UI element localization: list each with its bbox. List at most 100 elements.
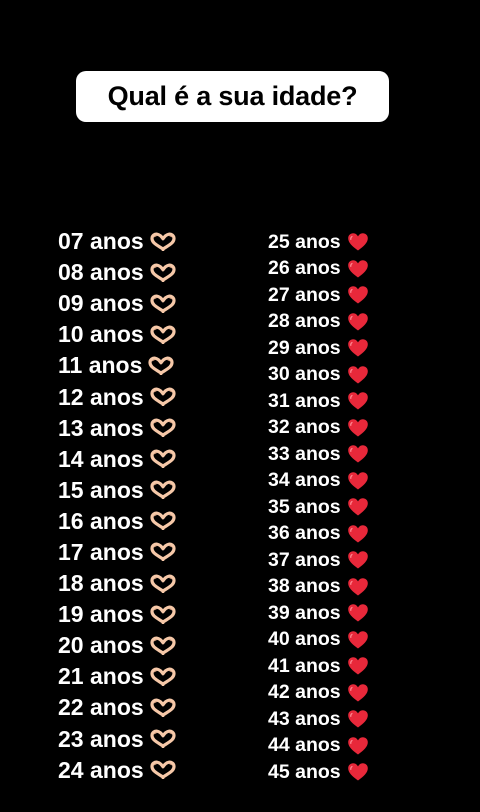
age-label: 16 anos (58, 507, 144, 534)
question-sticker: Qual é a sua idade? (76, 71, 389, 122)
heart-icon (347, 524, 369, 544)
age-label: 45 anos (268, 760, 341, 783)
heart-hands-icon (150, 325, 176, 345)
age-option: 39 anos (268, 600, 369, 627)
age-option: 14 anos (58, 444, 176, 475)
age-option: 20 anos (58, 630, 176, 661)
age-label: 30 anos (268, 363, 341, 386)
age-label: 25 anos (268, 230, 341, 253)
age-option: 28 anos (268, 309, 369, 336)
age-label: 37 anos (268, 548, 341, 571)
age-option: 36 anos (268, 521, 369, 548)
heart-icon (347, 683, 369, 703)
heart-icon (347, 603, 369, 623)
age-list-right: 25 anos 26 anos 27 anos 28 anos 29 anos … (268, 229, 369, 786)
age-option: 07 anos (58, 226, 176, 257)
age-option: 37 anos (268, 547, 369, 574)
heart-icon (347, 232, 369, 252)
age-label: 24 anos (58, 756, 144, 783)
age-option: 31 anos (268, 388, 369, 415)
heart-icon (347, 656, 369, 676)
heart-hands-icon (150, 387, 176, 407)
age-option: 33 anos (268, 441, 369, 468)
age-label: 26 anos (268, 257, 341, 280)
age-option: 27 anos (268, 282, 369, 309)
age-option: 15 anos (58, 475, 176, 506)
heart-icon (347, 762, 369, 782)
age-option: 34 anos (268, 468, 369, 495)
heart-hands-icon (150, 294, 176, 314)
age-label: 27 anos (268, 283, 341, 306)
age-label: 13 anos (58, 414, 144, 441)
heart-icon (347, 312, 369, 332)
age-label: 18 anos (58, 570, 144, 597)
age-label: 36 anos (268, 522, 341, 545)
heart-hands-icon (150, 605, 176, 625)
age-label: 44 anos (268, 734, 341, 757)
age-label: 42 anos (268, 681, 341, 704)
heart-hands-icon (150, 480, 176, 500)
age-label: 10 anos (58, 321, 144, 348)
heart-hands-icon (150, 574, 176, 594)
age-label: 28 anos (268, 310, 341, 333)
heart-icon (347, 259, 369, 279)
age-option: 41 anos (268, 653, 369, 680)
heart-icon (347, 630, 369, 650)
age-label: 20 anos (58, 632, 144, 659)
age-label: 33 anos (268, 442, 341, 465)
heart-hands-icon (150, 418, 176, 438)
heart-icon (347, 365, 369, 385)
age-option: 13 anos (58, 413, 176, 444)
heart-hands-icon (150, 511, 176, 531)
heart-hands-icon (150, 698, 176, 718)
heart-hands-icon (150, 760, 176, 780)
age-option: 23 anos (58, 724, 176, 755)
heart-hands-icon (150, 263, 176, 283)
age-label: 31 anos (268, 389, 341, 412)
age-option: 35 anos (268, 494, 369, 521)
age-label: 35 anos (268, 495, 341, 518)
age-option: 25 anos (268, 229, 369, 256)
age-option: 30 anos (268, 362, 369, 389)
heart-icon (347, 444, 369, 464)
age-option: 32 anos (268, 415, 369, 442)
age-option: 26 anos (268, 256, 369, 283)
age-option: 09 anos (58, 288, 176, 319)
age-label: 09 anos (58, 290, 144, 317)
age-option: 19 anos (58, 599, 176, 630)
age-label: 12 anos (58, 383, 144, 410)
age-label: 15 anos (58, 476, 144, 503)
heart-icon (347, 391, 369, 411)
age-option: 45 anos (268, 759, 369, 786)
age-label: 23 anos (58, 725, 144, 752)
age-label: 41 anos (268, 654, 341, 677)
age-label: 21 anos (58, 663, 144, 690)
age-option: 22 anos (58, 692, 176, 723)
heart-icon (347, 338, 369, 358)
age-option: 11 anos (58, 350, 176, 381)
age-option: 38 anos (268, 574, 369, 601)
heart-icon (347, 736, 369, 756)
heart-hands-icon (150, 542, 176, 562)
age-label: 38 anos (268, 575, 341, 598)
heart-hands-icon (150, 232, 176, 252)
age-label: 40 anos (268, 628, 341, 651)
age-label: 29 anos (268, 336, 341, 359)
age-list-left: 07 anos 08 anos 09 anos 10 anos 11 anos … (58, 226, 176, 786)
heart-hands-icon (150, 667, 176, 687)
heart-icon (347, 471, 369, 491)
age-option: 18 anos (58, 568, 176, 599)
heart-icon (347, 577, 369, 597)
age-label: 22 anos (58, 694, 144, 721)
age-option: 29 anos (268, 335, 369, 362)
age-option: 17 anos (58, 537, 176, 568)
heart-icon (347, 497, 369, 517)
age-label: 07 anos (58, 228, 144, 255)
age-option: 16 anos (58, 506, 176, 537)
age-label: 34 anos (268, 469, 341, 492)
heart-icon (347, 418, 369, 438)
heart-hands-icon (150, 449, 176, 469)
age-option: 12 anos (58, 381, 176, 412)
heart-icon (347, 709, 369, 729)
age-option: 42 anos (268, 680, 369, 707)
